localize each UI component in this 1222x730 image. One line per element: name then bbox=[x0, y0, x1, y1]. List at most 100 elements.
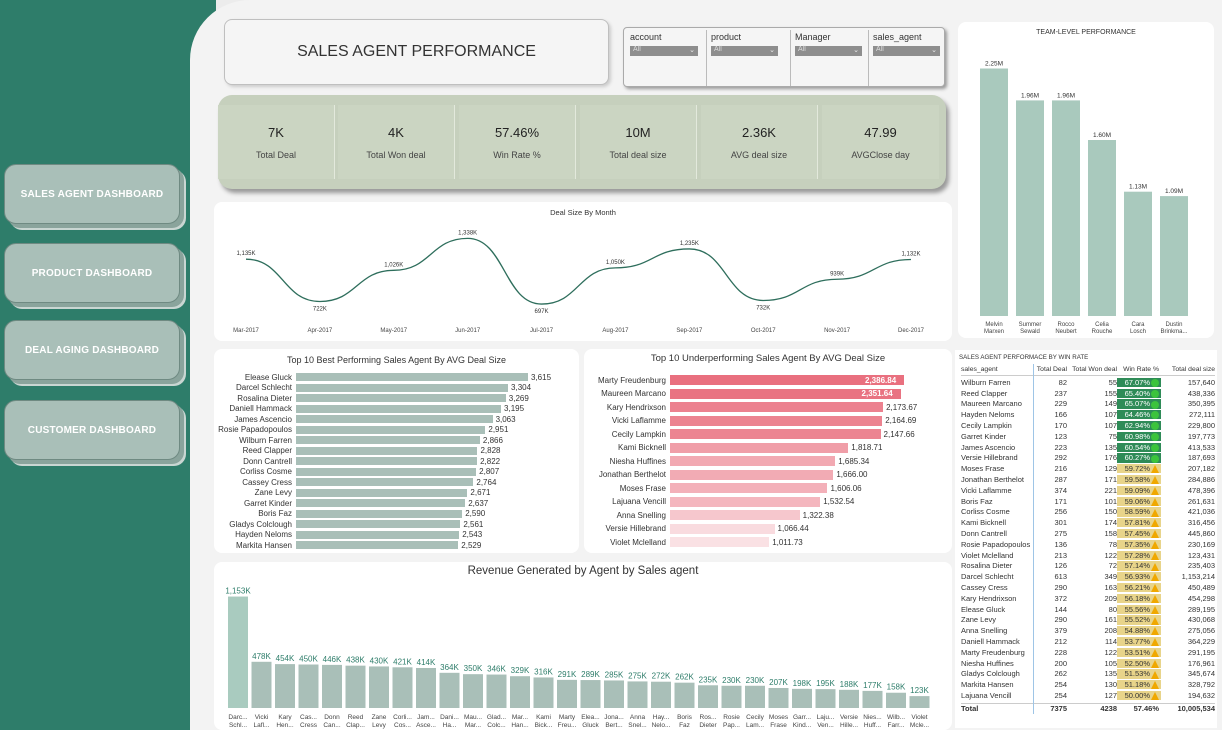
slicer-sales-agent[interactable]: sales_agent All ⌄ bbox=[868, 30, 944, 86]
table-row[interactable]: Cecily Lampkin 170 107 62.94% 229,800 bbox=[961, 420, 1215, 431]
table-row[interactable]: Donn Cantrell 275 158 57.45% 445,860 bbox=[961, 528, 1215, 539]
bar-row: Donn Cantrell 2,822 bbox=[214, 456, 500, 466]
table-row[interactable]: Niesha Huffines 200 105 52.50% 176,961 bbox=[961, 658, 1215, 669]
bar-row: Moses Frase 1,606.06 bbox=[584, 482, 862, 494]
warning-triangle-icon bbox=[1151, 681, 1159, 690]
bar-row: Hayden Neloms 2,543 bbox=[214, 530, 482, 540]
table-row[interactable]: Boris Faz 171 101 59.06% 261,631 bbox=[961, 496, 1215, 507]
data-label: 1,026K bbox=[384, 262, 403, 268]
table-row[interactable]: Versie Hillebrand 292 176 60.27% 187,693 bbox=[961, 453, 1215, 464]
bar bbox=[839, 689, 859, 708]
bar-row: Vicki Laflamme 2,164.69 bbox=[584, 415, 916, 427]
table-cell: 55 bbox=[1108, 377, 1117, 387]
bar-category-label: Jonathan Berthelot bbox=[598, 470, 666, 479]
data-label: 1,132K bbox=[901, 251, 920, 257]
table-cell: 237 bbox=[1054, 388, 1067, 398]
table-cell: 53.77% bbox=[1117, 637, 1161, 647]
slicer-product[interactable]: product All ⌄ bbox=[706, 30, 782, 86]
column-header[interactable]: Win Rate % bbox=[1117, 366, 1161, 373]
bar bbox=[670, 469, 834, 480]
x-tick-label: Laju... Ven... bbox=[817, 714, 835, 729]
table-cell: 55.52% bbox=[1117, 615, 1161, 625]
bar-row: Darcel Schlecht 3,304 bbox=[214, 383, 531, 393]
chevron-down-icon: ⌄ bbox=[853, 47, 859, 54]
table-cell: 170 bbox=[1054, 421, 1067, 431]
win-rate-value: 58.59% bbox=[1124, 507, 1150, 517]
table-row[interactable]: Jonathan Berthelot 287 171 59.58% 284,886 bbox=[961, 474, 1215, 485]
kpi-avg-deal-size: 2.36K AVG deal size bbox=[701, 105, 818, 179]
table-cell: 51.53% bbox=[1117, 669, 1161, 679]
table-cell: 57.14% bbox=[1117, 561, 1161, 571]
column-header[interactable]: sales_agent bbox=[961, 366, 1033, 373]
warning-triangle-icon bbox=[1151, 670, 1159, 679]
slicer-dropdown[interactable]: All ⌄ bbox=[795, 46, 862, 56]
x-tick-label: Boris Faz bbox=[677, 714, 693, 729]
table-cell: Kami Bicknell bbox=[961, 518, 1007, 528]
table-row[interactable]: James Ascencio 223 135 60.54% 413,533 bbox=[961, 442, 1215, 453]
table-row[interactable]: Anna Snelling 379 208 54.88% 275,056 bbox=[961, 625, 1215, 636]
data-label: 1,666.00 bbox=[836, 470, 868, 479]
bar bbox=[251, 661, 272, 708]
table-row[interactable]: Marty Freudenburg 228 122 53.51% 291,195 bbox=[961, 647, 1215, 658]
table-row[interactable]: Corliss Cosme 256 150 58.59% 421,036 bbox=[961, 507, 1215, 518]
data-label: 207K bbox=[769, 678, 788, 687]
table-row[interactable]: Elease Gluck 144 80 55.56% 289,195 bbox=[961, 604, 1215, 615]
table-row[interactable]: Wilburn Farren 82 55 67.07% 157,640 bbox=[961, 377, 1215, 388]
table-row[interactable]: Rosalina Dieter 126 72 57.14% 235,403 bbox=[961, 561, 1215, 572]
slicer-manager[interactable]: Manager All ⌄ bbox=[790, 30, 866, 86]
table-cell: 82 bbox=[1058, 377, 1067, 387]
table-row[interactable]: Reed Clapper 237 155 65.40% 438,336 bbox=[961, 388, 1215, 399]
table-row[interactable]: Violet Mclelland 213 122 57.28% 123,431 bbox=[961, 550, 1215, 561]
x-tick-label: Cas... Cress bbox=[300, 714, 318, 729]
table-cell: 289,195 bbox=[1187, 604, 1215, 614]
table-cell: 171 bbox=[1104, 475, 1117, 485]
win-rate-value: 59.58% bbox=[1124, 475, 1150, 485]
x-tick-label: Reed Clap... bbox=[346, 714, 365, 729]
table-row[interactable]: Lajuana Vencill 254 127 50.00% 194,632 bbox=[961, 690, 1215, 701]
table-row[interactable]: Daniell Hammack 212 114 53.77% 364,229 bbox=[961, 636, 1215, 647]
nav-deal-aging-dashboard[interactable]: DEAL AGING DASHBOARD bbox=[4, 320, 180, 380]
bar bbox=[463, 674, 483, 708]
table-cell: 56.21% bbox=[1117, 583, 1161, 593]
table-cell: 256 bbox=[1054, 507, 1067, 517]
table-row[interactable]: Hayden Neloms 166 107 64.46% 272,111 bbox=[961, 409, 1215, 420]
table-row[interactable]: Maureen Marcano 229 149 65.07% 350,395 bbox=[961, 399, 1215, 410]
table-row[interactable]: Moses Frase 216 129 59.72% 207,182 bbox=[961, 463, 1215, 474]
nav-customer-dashboard[interactable]: CUSTOMER DASHBOARD bbox=[4, 400, 180, 460]
slicer-dropdown[interactable]: All ⌄ bbox=[711, 46, 778, 56]
table-cell: 64.46% bbox=[1117, 410, 1161, 420]
slicer-label: product bbox=[711, 32, 742, 42]
bar bbox=[369, 666, 389, 708]
table-row[interactable]: Darcel Schlecht 613 349 56.93% 1,153,214 bbox=[961, 571, 1215, 582]
table-row[interactable]: Vicki Laflamme 374 221 59.09% 478,396 bbox=[961, 485, 1215, 496]
slicer-dropdown[interactable]: All ⌄ bbox=[630, 46, 698, 56]
table-row[interactable]: Cassey Cress 290 163 56.21% 450,489 bbox=[961, 582, 1215, 593]
bar bbox=[815, 689, 836, 708]
slicer-dropdown[interactable]: All ⌄ bbox=[873, 46, 940, 56]
bar-row: Zane Levy 2,671 bbox=[214, 488, 491, 498]
column-header[interactable]: Total deal size bbox=[1161, 366, 1215, 373]
table-cell: 150 bbox=[1104, 507, 1117, 517]
table-row[interactable]: Kary Hendrixson 372 209 56.18% 454,298 bbox=[961, 593, 1215, 604]
table-cell: 374 bbox=[1054, 485, 1067, 495]
table-row[interactable]: Rosie Papadopoulos 136 78 57.35% 230,169 bbox=[961, 539, 1215, 550]
table-row[interactable]: Zane Levy 290 161 55.52% 430,068 bbox=[961, 615, 1215, 626]
nav-product-dashboard[interactable]: PRODUCT DASHBOARD bbox=[4, 243, 180, 303]
slicer-label: account bbox=[630, 32, 662, 42]
table-row[interactable]: Garret Kinder 123 75 60.98% 197,773 bbox=[961, 431, 1215, 442]
table-row[interactable]: Kami Bicknell 301 174 57.81% 316,456 bbox=[961, 517, 1215, 528]
column-header[interactable]: Total Deal bbox=[1033, 366, 1067, 373]
kpi-value: 7K bbox=[268, 124, 284, 140]
x-tick-label: Dustin Brinkma... bbox=[1160, 322, 1187, 335]
chevron-down-icon: ⌄ bbox=[689, 47, 695, 54]
nav-sales-agent-dashboard[interactable]: SALES AGENT DASHBOARD bbox=[4, 164, 180, 224]
table-cell: 57.28% bbox=[1117, 550, 1161, 560]
bar-row: Boris Faz 2,590 bbox=[214, 509, 485, 519]
table-row[interactable]: Gladys Colclough 262 135 51.53% 345,674 bbox=[961, 669, 1215, 680]
table-row[interactable]: Markita Hansen 254 130 51.18% 328,792 bbox=[961, 679, 1215, 690]
table-cell: 65.40% bbox=[1117, 388, 1161, 398]
data-label: 2,828 bbox=[480, 446, 501, 455]
slicer-account[interactable]: account All ⌄ bbox=[626, 30, 702, 86]
table-cell: Daniell Hammack bbox=[961, 637, 1020, 647]
column-header[interactable]: Total Won deal bbox=[1067, 366, 1117, 373]
